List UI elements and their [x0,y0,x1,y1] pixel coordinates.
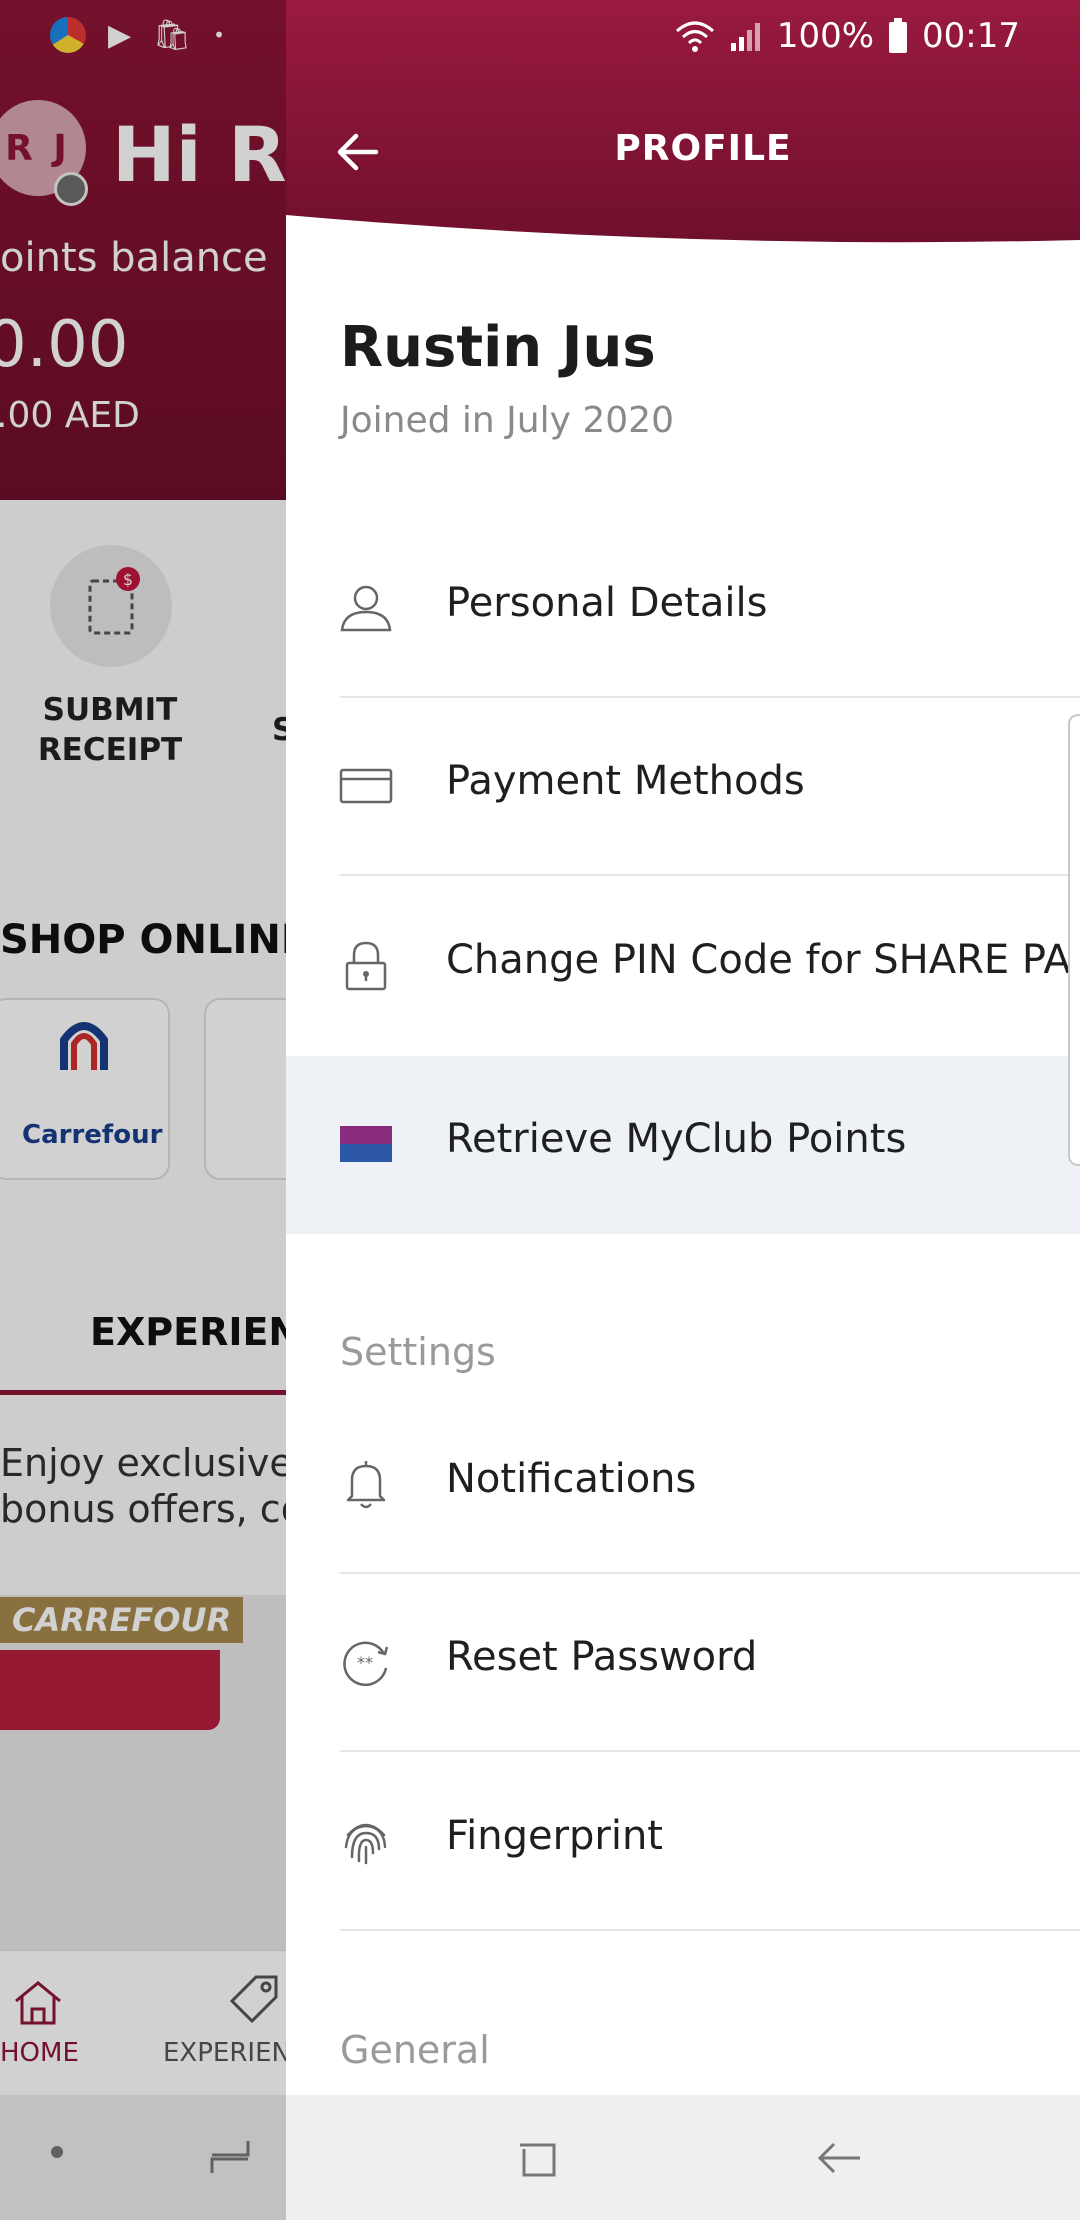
menu-item-reset-password[interactable]: ** Reset Password [286,1574,1080,1752]
drawer-scrim[interactable] [0,0,286,2220]
divider [340,1929,1080,1931]
menu-item-label: Change PIN Code for SHARE PAY [446,937,1080,983]
system-nav-bar [286,2095,1080,2220]
menu-item-label: Retrieve MyClub Points [446,1116,907,1162]
back-nav-button[interactable] [804,2125,874,2191]
settings-section-header: Settings [340,1330,496,1374]
joined-date: Joined in July 2020 [340,400,674,441]
menu-item-label: Notifications [446,1456,697,1502]
menu-item-change-pin[interactable]: Change PIN Code for SHARE PAY [286,877,1080,1055]
menu-item-fingerprint[interactable]: Fingerprint [286,1753,1080,1931]
lock-icon [336,935,396,995]
home-nav-button[interactable] [502,2125,572,2191]
card-icon [336,756,396,816]
menu-item-payment-methods[interactable]: Payment Methods [286,698,1080,876]
menu-item-label: Reset Password [446,1634,758,1680]
edge-panel-handle[interactable] [1068,714,1080,1166]
svg-text:**: ** [357,1653,373,1672]
page-title: PROFILE [614,128,792,169]
battery-icon [889,18,908,53]
square-icon [520,2143,556,2177]
status-bar-right: 100% 00:17 [675,8,1020,64]
fingerprint-icon [336,1811,396,1871]
clock: 00:17 [922,16,1020,56]
menu-item-notifications[interactable]: Notifications [286,1396,1080,1574]
myclub-card-icon [336,1114,396,1174]
reset-password-icon: ** [336,1632,396,1692]
signal-icon [730,23,760,51]
wifi-icon [675,21,714,52]
menu-item-label: Payment Methods [446,758,805,804]
profile-drawer: 100% 00:17 PROFILE Rustin Jus Joined in … [286,0,1080,2220]
user-name: Rustin Jus [340,315,656,380]
menu-item-label: Fingerprint [446,1813,663,1859]
battery-percent: 100% [776,16,875,56]
divider [340,874,1080,876]
general-section-header: General [340,2028,490,2072]
back-arrow-icon [817,2142,860,2174]
menu-item-label: Personal Details [446,580,768,626]
divider [340,1750,1080,1752]
bell-icon [336,1454,396,1514]
menu-item-personal-details[interactable]: Personal Details [286,520,1080,698]
menu-item-retrieve-myclub-points[interactable]: Retrieve MyClub Points [286,1056,1080,1234]
person-icon [336,578,396,638]
